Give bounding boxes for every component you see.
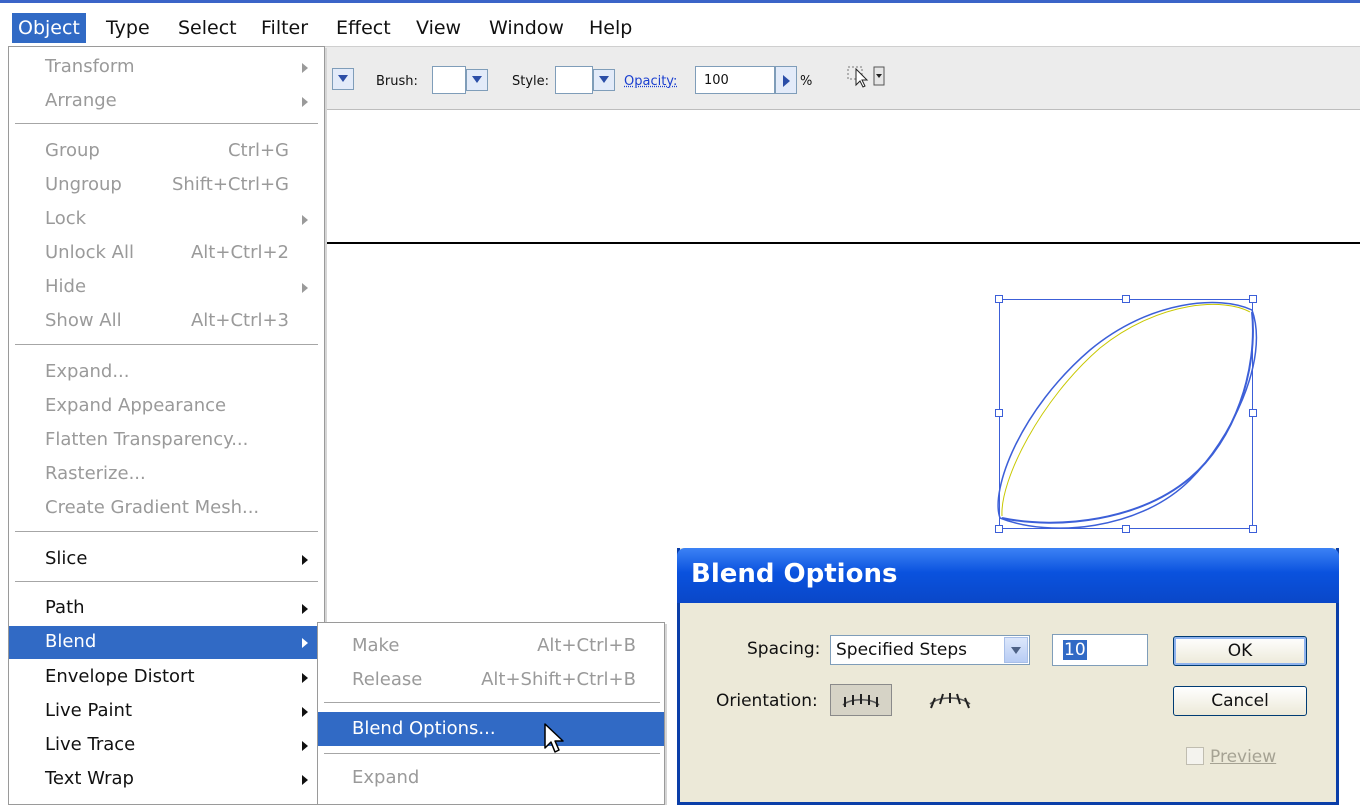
opacity-input[interactable]: 100 — [695, 66, 775, 94]
selection-handle[interactable] — [1122, 295, 1130, 303]
menu-item-live-paint[interactable]: Live Paint — [9, 695, 324, 728]
brush-label: Brush: — [376, 74, 418, 89]
menu-item-show-all[interactable]: Show All Alt+Ctrl+3 — [9, 305, 324, 338]
brush-swatch[interactable] — [432, 66, 466, 94]
menu-item-group[interactable]: Group Ctrl+G — [9, 135, 324, 168]
menu-item-expand[interactable]: Expand... — [9, 356, 324, 389]
submenu-arrow-icon — [302, 638, 308, 648]
menu-item-path[interactable]: Path — [9, 592, 324, 625]
menu-effect[interactable]: Effect — [330, 13, 397, 43]
submenu-arrow-icon — [302, 673, 308, 683]
style-label: Style: — [512, 74, 550, 89]
submenu-item-blend-options[interactable]: Blend Options... — [318, 712, 664, 746]
menu-item-live-trace[interactable]: Live Trace — [9, 729, 324, 762]
blend-ellipse-shape[interactable] — [990, 290, 1265, 540]
menu-help[interactable]: Help — [583, 13, 638, 43]
illustrator-window: Object Type Select Filter Effect View Wi… — [0, 0, 1360, 805]
submenu-arrow-icon — [302, 775, 308, 785]
steps-value: 10 — [1063, 640, 1087, 660]
opacity-unit: % — [800, 74, 813, 89]
selection-handle[interactable] — [995, 409, 1003, 417]
selection-handle[interactable] — [995, 295, 1003, 303]
blend-submenu: Make Alt+Ctrl+B Release Alt+Shift+Ctrl+B B… — [317, 622, 665, 805]
selection-handle[interactable] — [1249, 525, 1257, 533]
submenu-arrow-icon — [302, 63, 308, 73]
preview-checkbox[interactable] — [1186, 747, 1204, 765]
submenu-arrow-icon — [302, 741, 308, 751]
menu-item-flatten-transparency[interactable]: Flatten Transparency... — [9, 424, 324, 457]
menu-separator — [15, 581, 318, 583]
spacing-select[interactable]: Specified Steps — [830, 635, 1030, 665]
steps-input[interactable]: 10 — [1052, 634, 1148, 666]
menu-select[interactable]: Select — [172, 13, 243, 43]
spacing-select-value: Specified Steps — [836, 640, 968, 660]
menu-object[interactable]: Object — [12, 13, 86, 43]
mouse-cursor-icon — [544, 723, 564, 753]
cancel-button[interactable]: Cancel — [1173, 686, 1307, 716]
menu-item-envelope-distort[interactable]: Envelope Distort — [9, 661, 324, 694]
menu-separator — [324, 702, 660, 704]
menu-item-rasterize[interactable]: Rasterize... — [9, 458, 324, 491]
opacity-value: 100 — [704, 73, 729, 88]
spacing-label: Spacing: — [747, 639, 821, 659]
menu-item-transform[interactable]: Transform — [9, 51, 324, 84]
opacity-arrow-button[interactable] — [775, 66, 797, 94]
menu-bar: Object Type Select Filter Effect View Wi… — [0, 0, 1360, 46]
submenu-arrow-icon — [302, 283, 308, 293]
menu-item-text-wrap[interactable]: Text Wrap — [9, 763, 324, 796]
preview-label: Preview — [1210, 747, 1277, 767]
menu-separator — [15, 531, 318, 533]
align-to-path-icon — [929, 693, 971, 709]
chevron-right-icon — [783, 75, 790, 87]
blend-options-dialog: Blend Options Spacing: Specified Steps 1… — [677, 548, 1339, 805]
submenu-arrow-icon — [302, 707, 308, 717]
menu-item-expand-appearance[interactable]: Expand Appearance — [9, 390, 324, 423]
ok-button[interactable]: OK — [1173, 636, 1307, 666]
menu-item-blend[interactable]: Blend — [9, 626, 324, 659]
artboard-edge — [320, 242, 1360, 244]
selection-handle[interactable] — [995, 525, 1003, 533]
submenu-item-release[interactable]: Release Alt+Shift+Ctrl+B — [318, 663, 664, 697]
menu-item-unlock-all[interactable]: Unlock All Alt+Ctrl+2 — [9, 237, 324, 270]
menu-item-create-gradient-mesh[interactable]: Create Gradient Mesh... — [9, 492, 324, 525]
style-swatch[interactable] — [555, 66, 593, 94]
submenu-arrow-icon — [302, 555, 308, 565]
dialog-title: Blend Options — [691, 559, 898, 589]
chevron-down-icon[interactable] — [1004, 637, 1028, 663]
orientation-align-to-page-button[interactable] — [830, 684, 892, 716]
submenu-arrow-icon — [302, 215, 308, 225]
selection-handle[interactable] — [1122, 525, 1130, 533]
align-to-page-icon — [842, 694, 880, 707]
selection-handle[interactable] — [1249, 409, 1257, 417]
dialog-title-bar[interactable]: Blend Options — [677, 548, 1339, 603]
submenu-item-expand[interactable]: Expand — [318, 761, 664, 795]
style-dropdown-button[interactable] — [593, 69, 615, 91]
menu-item-arrange[interactable]: Arrange — [9, 85, 324, 118]
selection-handle[interactable] — [1249, 295, 1257, 303]
menu-item-slice[interactable]: Slice — [9, 543, 324, 576]
menu-view[interactable]: View — [410, 13, 467, 43]
control-bar: Brush: Style: Opacity: 100 % — [320, 46, 1360, 110]
opacity-link[interactable]: Opacity: — [624, 74, 677, 89]
brush-dropdown-button[interactable] — [466, 69, 488, 91]
selection-tool-options-icon[interactable] — [846, 63, 886, 93]
menu-separator — [324, 753, 660, 755]
submenu-arrow-icon — [302, 604, 308, 614]
orientation-label: Orientation: — [716, 691, 818, 711]
submenu-arrow-icon — [302, 97, 308, 107]
menu-item-hide[interactable]: Hide — [9, 271, 324, 304]
submenu-item-make[interactable]: Make Alt+Ctrl+B — [318, 629, 664, 663]
orientation-align-to-path-button[interactable] — [920, 684, 982, 716]
object-menu: Transform Arrange Group Ctrl+G Ungroup Shi… — [8, 46, 325, 805]
menu-window[interactable]: Window — [483, 13, 570, 43]
menu-type[interactable]: Type — [100, 13, 156, 43]
menu-filter[interactable]: Filter — [255, 13, 314, 43]
menu-item-lock[interactable]: Lock — [9, 203, 324, 236]
menu-separator — [15, 344, 318, 346]
menu-separator — [15, 123, 318, 125]
stroke-dropdown-button[interactable] — [332, 68, 354, 90]
menu-item-ungroup[interactable]: Ungroup Shift+Ctrl+G — [9, 169, 324, 202]
